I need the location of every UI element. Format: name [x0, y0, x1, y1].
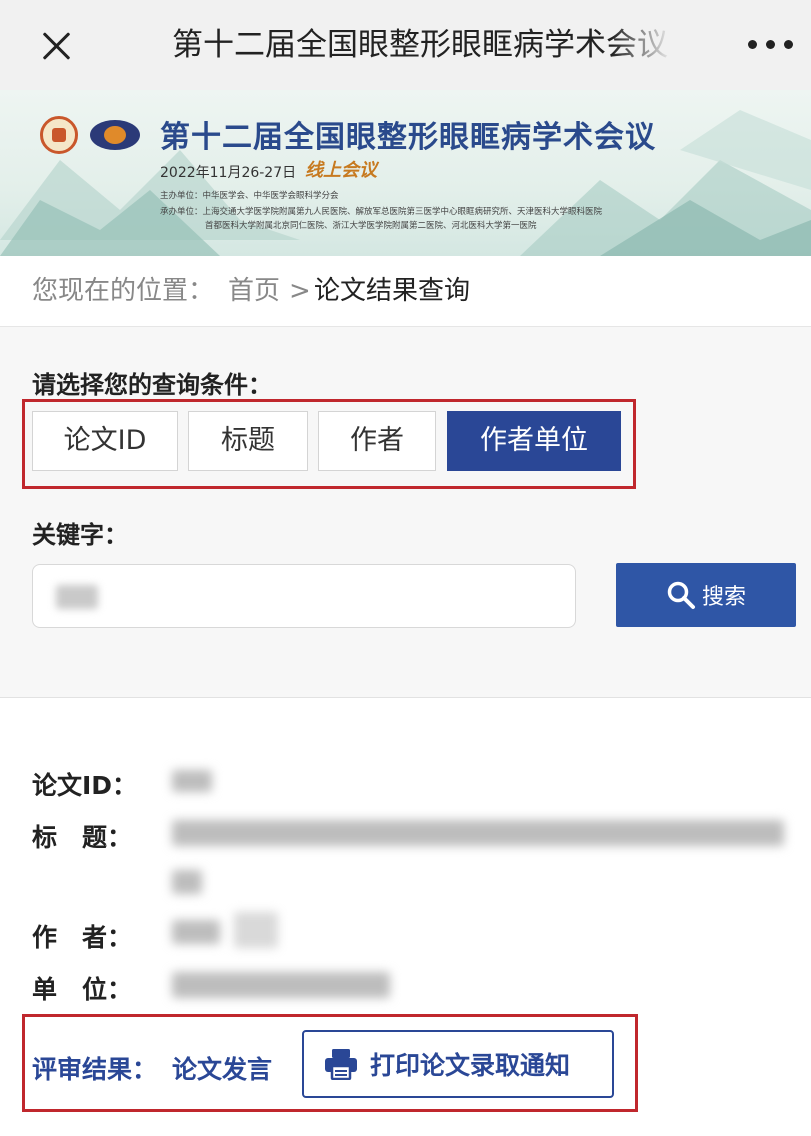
search-panel: 请选择您的查询条件： 论文ID 标题 作者 作者单位 关键字： 搜索	[0, 326, 811, 698]
author-redacted-2	[234, 912, 278, 948]
banner-title: 第十二届全国眼整形眼眶病学术会议	[160, 120, 656, 155]
keyword-label: 关键字：	[32, 521, 128, 549]
print-acceptance-button[interactable]: 打印论文录取通知	[302, 1030, 614, 1098]
unit-redacted	[172, 972, 390, 998]
title-redacted-line2	[172, 870, 202, 894]
keyword-input[interactable]	[32, 564, 576, 628]
author-redacted	[172, 920, 220, 944]
conference-banner: 第十二届全国眼整形眼眶病学术会议 2022年11月26-27日 线上会议 主办单…	[0, 90, 811, 256]
keyword-redacted	[56, 585, 98, 609]
review-result-label: 评审结果：	[32, 1055, 158, 1084]
paper-id-redacted	[172, 770, 212, 792]
option-author-unit[interactable]: 作者单位	[447, 411, 621, 471]
breadcrumb-separator: >	[289, 276, 311, 306]
more-icon[interactable]	[748, 38, 794, 52]
title-label: 标 题：	[32, 823, 133, 852]
cma-logo-icon	[40, 116, 78, 154]
banner-organizer: 承办单位：上海交通大学医学院附属第九人民医院、解放军总医院第三医学中心眼眶病研究…	[160, 207, 603, 217]
option-author[interactable]: 作者	[318, 411, 436, 471]
banner-sponsor: 主办单位：中华医学会、中华医学会眼科学分会	[160, 191, 339, 201]
paper-id-label: 论文ID：	[32, 771, 138, 800]
society-logo-icon	[90, 120, 140, 150]
banner-organizer-cont: 首都医科大学附属北京同仁医院、浙江大学医学院附属第二医院、河北医科大学第一医院	[205, 221, 537, 231]
option-title[interactable]: 标题	[188, 411, 308, 471]
breadcrumb: 您现在的位置： 首页 > 论文结果查询	[0, 256, 811, 326]
banner-online-tag: 线上会议	[305, 160, 377, 181]
search-button-label: 搜索	[701, 585, 746, 610]
result-section: 论文ID： 标 题： 作 者： 单 位： 评审结果： 论文发言 打印论文录取通知	[0, 698, 811, 1136]
top-nav-bar: 第十二届全国眼整形眼眶病学术会议	[0, 0, 811, 90]
search-button[interactable]: 搜索	[616, 563, 796, 627]
banner-date: 2022年11月26-27日	[160, 165, 297, 181]
search-icon	[667, 581, 695, 609]
breadcrumb-current: 论文结果查询	[314, 276, 471, 306]
breadcrumb-label: 您现在的位置：	[32, 276, 215, 306]
breadcrumb-home-link[interactable]: 首页	[228, 274, 280, 308]
author-label: 作 者：	[32, 923, 133, 952]
unit-label: 单 位：	[32, 975, 133, 1004]
print-button-label: 打印论文录取通知	[370, 1051, 571, 1080]
close-icon[interactable]	[36, 26, 76, 66]
condition-label: 请选择您的查询条件：	[32, 371, 272, 399]
review-result-value: 论文发言	[172, 1055, 273, 1084]
title-redacted	[172, 820, 784, 846]
page-title: 第十二届全国眼整形眼眶病学术会议	[172, 27, 668, 63]
printer-icon	[325, 1049, 357, 1080]
option-paper-id[interactable]: 论文ID	[32, 411, 178, 471]
